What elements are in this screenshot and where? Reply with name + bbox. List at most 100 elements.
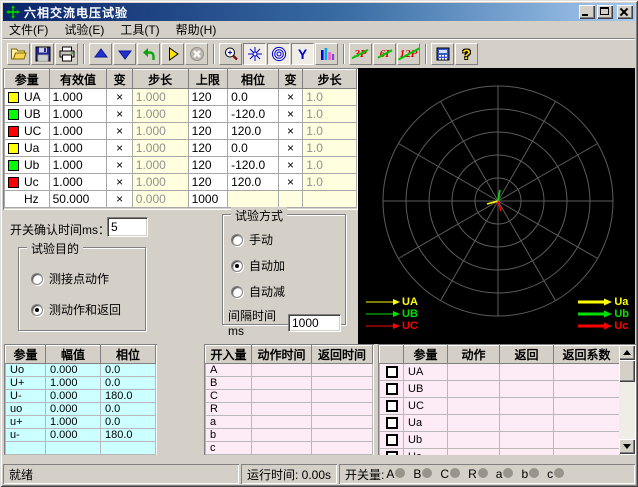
header-cell: 参量: [6, 346, 46, 364]
result-table-scrollbar[interactable]: [619, 345, 635, 454]
limit-cell[interactable]: 120: [188, 89, 228, 106]
scroll-thumb[interactable]: [619, 360, 635, 382]
checkbox[interactable]: [386, 366, 398, 378]
interval-input[interactable]: [288, 314, 341, 332]
phase-cell[interactable]: 0.0: [228, 89, 279, 106]
up-triangle-icon: [93, 46, 109, 62]
circle-display-button[interactable]: [267, 43, 290, 65]
checkbox[interactable]: [386, 417, 398, 429]
radio-contact-action[interactable]: 测接点动作: [31, 270, 145, 287]
start-button[interactable]: [161, 43, 184, 65]
menu-item-file[interactable]: 文件(F): [9, 21, 48, 38]
radio-action-return[interactable]: 测动作和返回: [31, 301, 145, 318]
radio-icon-selected[interactable]: [31, 304, 43, 316]
status-bar: 就绪 运行时间: 0.00s 开关量: A B C R a b c: [3, 464, 635, 484]
switch-indicator-icon: [503, 468, 513, 478]
vary-cell[interactable]: ×: [107, 89, 132, 106]
radio-icon[interactable]: [31, 273, 43, 285]
table-row-ub: UB 1.000 × 1.000 120 -120.0 × 1.0: [5, 106, 357, 123]
vary-cell[interactable]: ×: [278, 123, 302, 140]
raise-button[interactable]: [89, 43, 112, 65]
lower-button[interactable]: [113, 43, 136, 65]
value-cell[interactable]: 50.000: [49, 191, 107, 208]
vary-cell[interactable]: ×: [278, 89, 302, 106]
header-cell: 变: [278, 70, 302, 89]
phase-cell[interactable]: 120.0: [228, 123, 279, 140]
menu-item-tools[interactable]: 工具(T): [120, 21, 159, 38]
phase-cell[interactable]: -120.0: [228, 157, 279, 174]
y-display-button[interactable]: Y: [291, 43, 314, 65]
help-button[interactable]: ?: [455, 43, 478, 65]
param-name-cell: Hz: [5, 191, 50, 208]
limit-cell[interactable]: 1000: [188, 191, 228, 208]
sequence-table: 参量幅值相位 Uo0.0000.0 U+1.0000.0 U-0.000180.…: [4, 344, 157, 455]
zoom-button[interactable]: [219, 43, 242, 65]
limit-cell[interactable]: 120: [188, 157, 228, 174]
vary-cell[interactable]: ×: [107, 174, 132, 191]
arrow-icon: [366, 310, 400, 318]
checkbox[interactable]: [386, 383, 398, 395]
vary-cell[interactable]: ×: [107, 157, 132, 174]
value-cell[interactable]: 1.000: [49, 174, 107, 191]
switches-label: 开关量:: [345, 466, 384, 483]
radio-icon-selected[interactable]: [231, 260, 243, 272]
scroll-up-button[interactable]: [619, 345, 635, 360]
checkbox[interactable]: [386, 434, 398, 446]
bar-chart-button[interactable]: [315, 43, 338, 65]
switch-confirm-input[interactable]: [107, 217, 148, 237]
radio-icon[interactable]: [231, 234, 243, 246]
radio-auto-decrease[interactable]: 自动减: [231, 283, 345, 300]
step-cell: [303, 191, 357, 208]
menu-item-help[interactable]: 帮助(H): [176, 21, 217, 38]
save-button[interactable]: [31, 43, 54, 65]
checkbox[interactable]: [386, 451, 398, 455]
value-cell[interactable]: 1.000: [49, 140, 107, 157]
twelve-phase-button[interactable]: 12P: [397, 43, 420, 65]
print-button[interactable]: [55, 43, 78, 65]
vary-cell[interactable]: ×: [278, 140, 302, 157]
header-cell: 开入量: [206, 346, 252, 364]
undo-button[interactable]: [137, 43, 160, 65]
value-cell[interactable]: 1.000: [49, 106, 107, 123]
three-phase-button[interactable]: 3P: [349, 43, 372, 65]
param-name-cell: UC: [5, 123, 50, 140]
checkbox[interactable]: [386, 400, 398, 412]
limit-cell[interactable]: 120: [188, 174, 228, 191]
minimize-button[interactable]: [579, 5, 595, 19]
rays-icon: [247, 46, 263, 62]
radio-auto-increase[interactable]: 自动加: [231, 257, 345, 274]
phase-cell[interactable]: 0.0: [228, 140, 279, 157]
step-cell: 1.000: [132, 157, 188, 174]
value-cell[interactable]: 1.000: [49, 89, 107, 106]
menu-item-test[interactable]: 试验(E): [64, 21, 104, 38]
phase-cell[interactable]: 120.0: [228, 174, 279, 191]
vary-cell[interactable]: ×: [278, 157, 302, 174]
six-current-button[interactable]: 6I: [373, 43, 396, 65]
step-cell: 1.000: [132, 140, 188, 157]
scroll-down-button[interactable]: [619, 439, 635, 454]
vary-cell[interactable]: ×: [107, 140, 132, 157]
minimize-icon: [582, 14, 588, 16]
close-button[interactable]: [617, 5, 633, 19]
parameter-table-header: 参量 有效值 变 步长 上限 相位 变 步长: [5, 70, 357, 89]
value-cell[interactable]: 1.000: [49, 157, 107, 174]
result-row: UC: [380, 398, 620, 415]
vary-cell[interactable]: ×: [278, 106, 302, 123]
magnifier-icon: [223, 46, 239, 62]
vector-display-button[interactable]: [243, 43, 266, 65]
vary-cell[interactable]: ×: [278, 174, 302, 191]
limit-cell[interactable]: 120: [188, 106, 228, 123]
limit-cell[interactable]: 120: [188, 140, 228, 157]
vary-cell[interactable]: ×: [107, 106, 132, 123]
radio-manual[interactable]: 手动: [231, 231, 345, 248]
vary-cell[interactable]: ×: [107, 191, 132, 208]
maximize-button[interactable]: [597, 5, 613, 19]
value-cell[interactable]: 1.000: [49, 123, 107, 140]
open-file-button[interactable]: [7, 43, 30, 65]
radio-icon[interactable]: [231, 286, 243, 298]
arrow-icon: [366, 298, 400, 306]
limit-cell[interactable]: 120: [188, 123, 228, 140]
calculator-button[interactable]: [431, 43, 454, 65]
phase-cell[interactable]: -120.0: [228, 106, 279, 123]
vary-cell[interactable]: ×: [107, 123, 132, 140]
